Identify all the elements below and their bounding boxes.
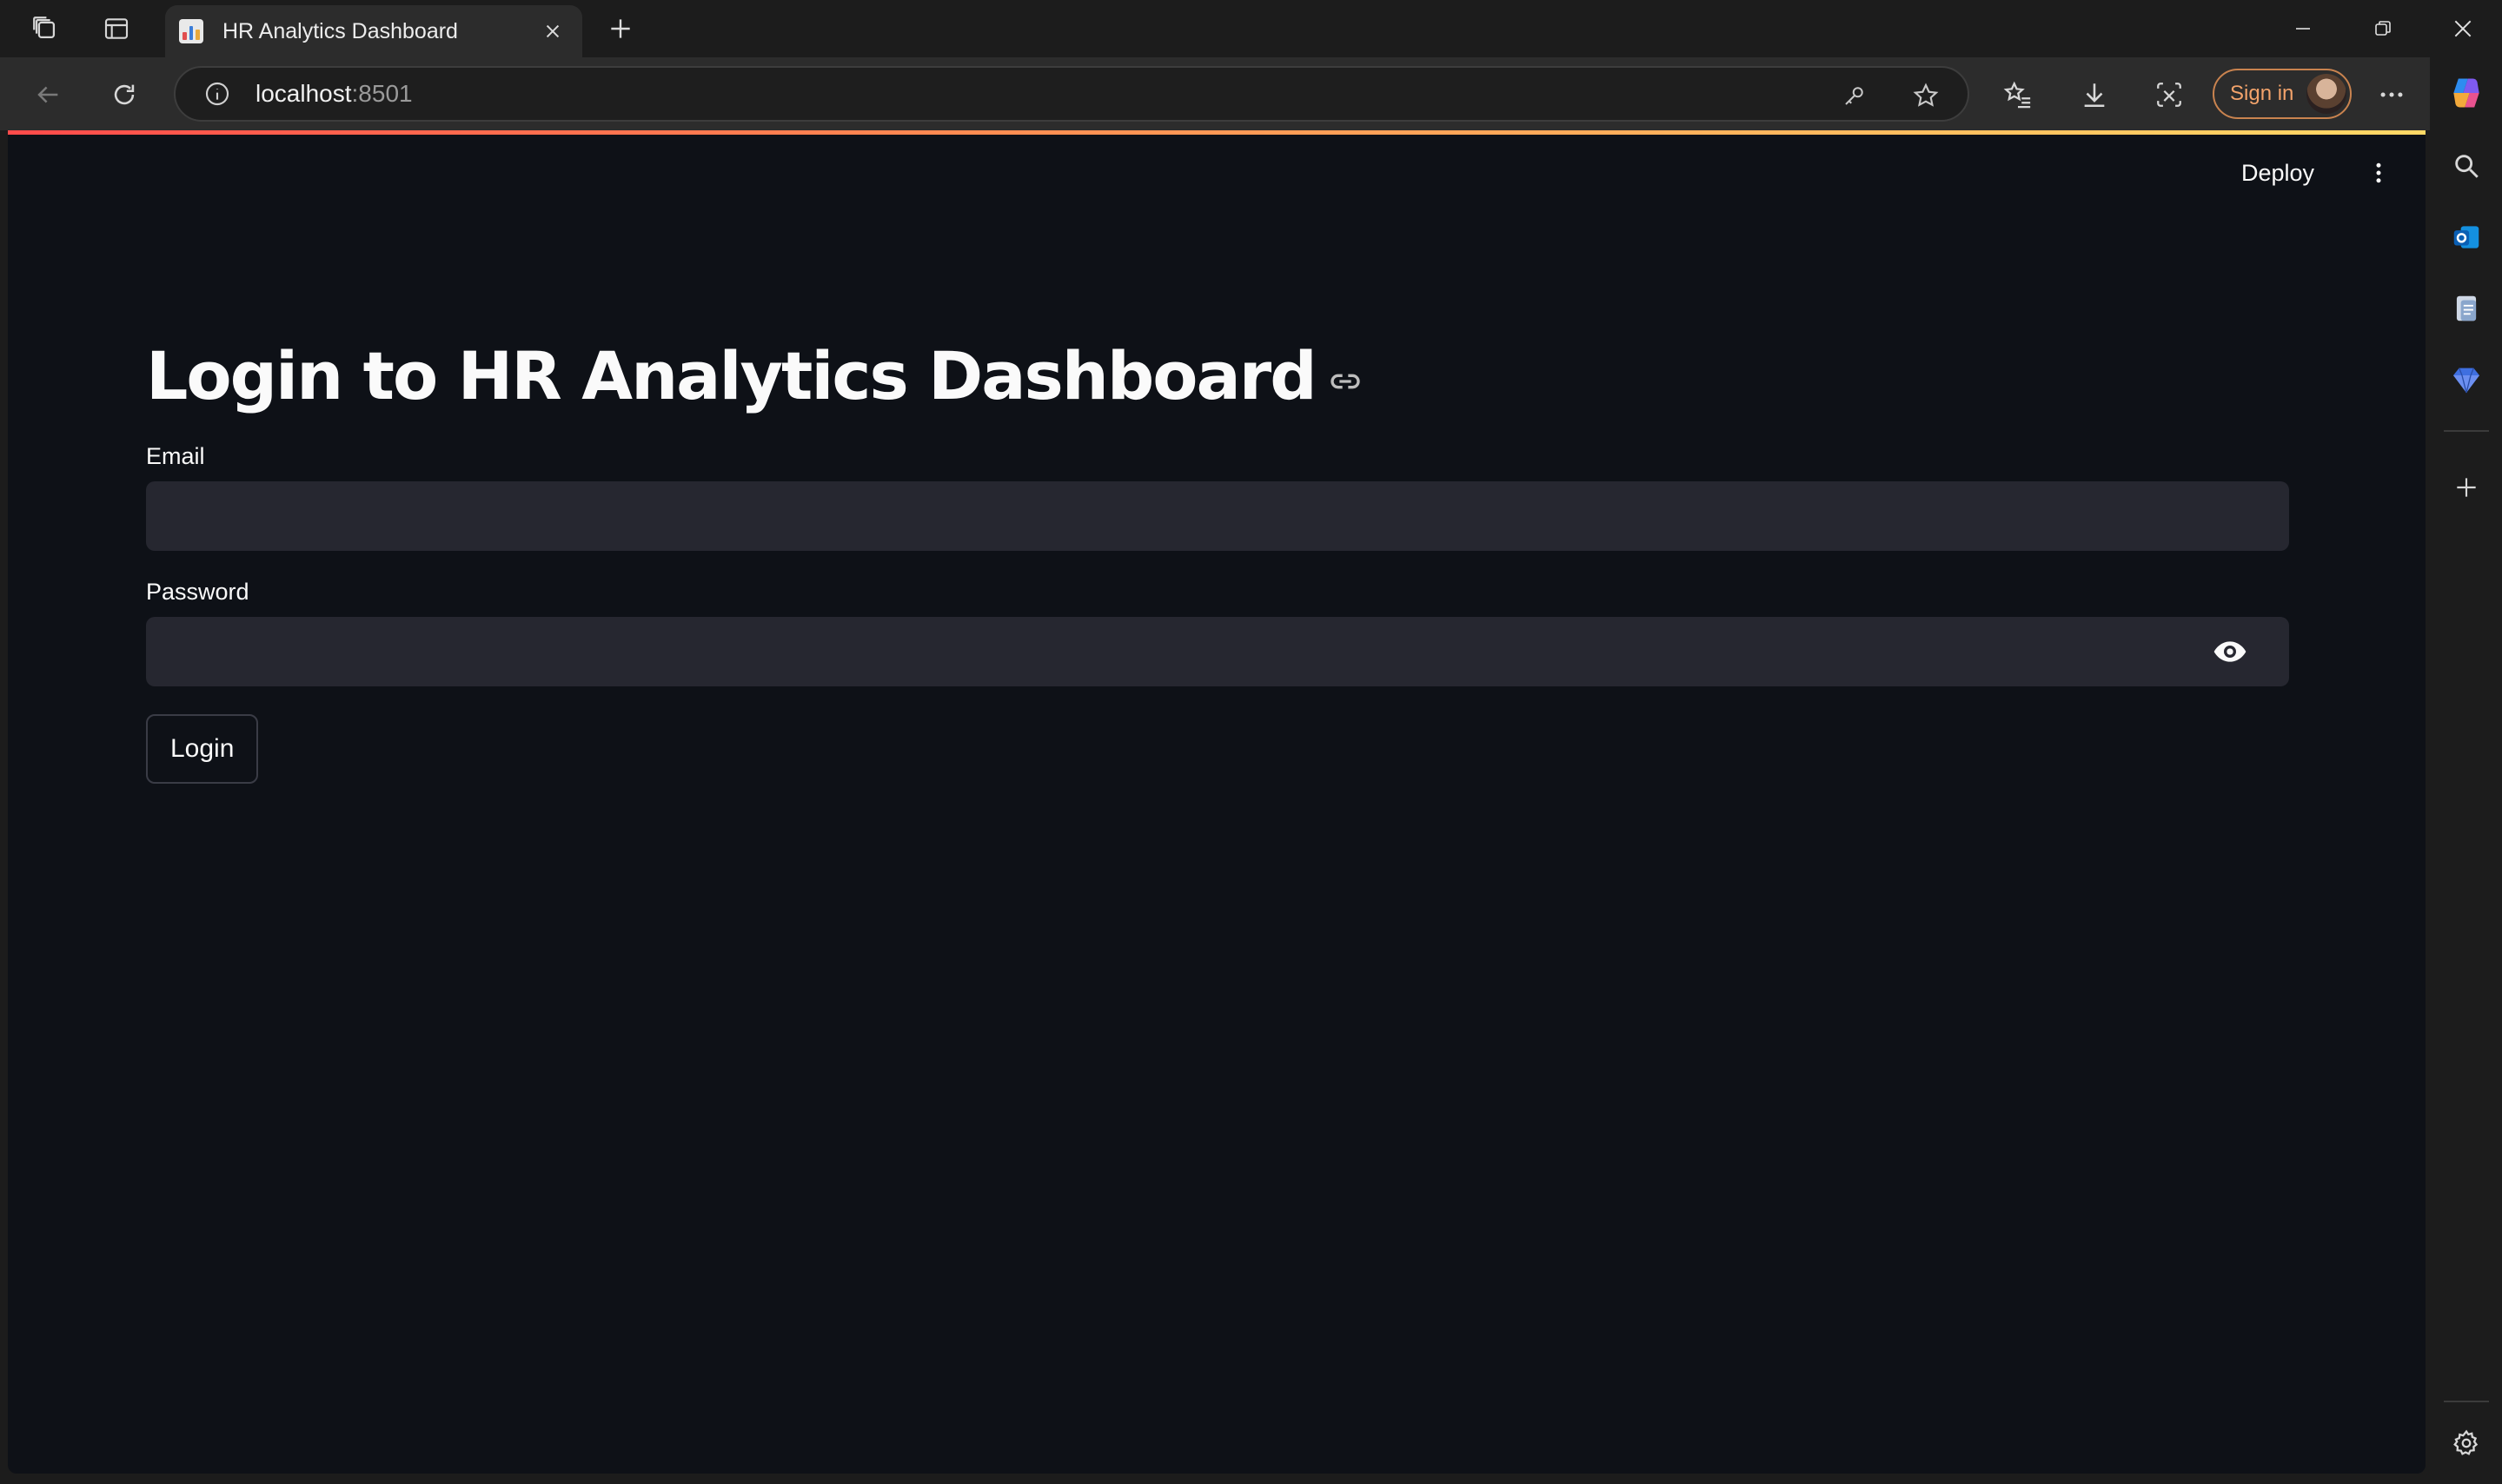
email-field[interactable]	[146, 481, 2289, 551]
site-info-icon[interactable]	[200, 76, 235, 111]
games-diamond-icon[interactable]	[2445, 358, 2488, 401]
tab-actions-icon[interactable]	[96, 10, 137, 48]
download-icon[interactable]	[2073, 73, 2116, 116]
settings-gear-icon[interactable]	[2445, 1421, 2488, 1465]
login-button[interactable]: Login	[146, 714, 259, 784]
link-anchor-icon[interactable]	[1328, 362, 1366, 401]
outlook-icon[interactable]	[2445, 215, 2488, 259]
bar-chart-icon	[179, 19, 203, 43]
browser-tab-strip: HR Analytics Dashboard	[0, 0, 2502, 57]
restore-icon[interactable]	[2357, 10, 2409, 48]
more-menu-icon[interactable]	[2370, 73, 2413, 116]
window-bottom-edge	[0, 1474, 2430, 1484]
deploy-button[interactable]: Deploy	[2231, 155, 2325, 192]
page-title: Login to HR Analytics Dashboard	[146, 332, 2289, 419]
close-icon[interactable]	[535, 14, 570, 49]
show-password-eye-icon[interactable]	[2213, 634, 2247, 669]
browser-sidebar	[2430, 57, 2502, 1484]
url-host: localhost	[256, 80, 352, 107]
main-content: Login to HR Analytics Dashboard Email Pa…	[146, 332, 2289, 784]
refresh-icon[interactable]	[103, 73, 146, 116]
window-close-icon[interactable]	[2437, 10, 2489, 48]
page-title-text: Login to HR Analytics Dashboard	[146, 336, 1317, 414]
back-arrow-icon[interactable]	[26, 73, 70, 116]
app-header: Deploy	[2200, 135, 2426, 204]
password-field[interactable]	[146, 617, 2289, 686]
password-label: Password	[146, 579, 249, 605]
minimize-icon[interactable]	[2277, 10, 2329, 48]
search-icon[interactable]	[2445, 144, 2488, 188]
address-bar[interactable]: localhost:8501	[174, 66, 1969, 122]
add-sidebar-app-icon[interactable]	[2445, 466, 2488, 509]
tab-title: HR Analytics Dashboard	[222, 18, 458, 43]
key-icon[interactable]	[1835, 76, 1874, 115]
screenshot-icon[interactable]	[2147, 73, 2191, 116]
reading-list-icon[interactable]	[2445, 287, 2488, 330]
main-menu-icon[interactable]	[2361, 154, 2396, 192]
url-port: :8501	[351, 80, 413, 107]
copilot-icon[interactable]	[2445, 71, 2488, 115]
browser-tab-active[interactable]: HR Analytics Dashboard	[165, 5, 582, 57]
app-decoration-bar	[8, 130, 2426, 135]
avatar	[2306, 74, 2346, 114]
sign-in-label: Sign in	[2230, 82, 2294, 105]
browser-toolbar: localhost:8501 Sign in	[0, 57, 2502, 130]
workspaces-icon[interactable]	[24, 10, 66, 48]
favorites-icon[interactable]	[1996, 73, 2040, 116]
new-tab-button[interactable]	[600, 10, 641, 48]
favorite-star-icon[interactable]	[1907, 76, 1945, 115]
email-label: Email	[146, 443, 205, 469]
page-viewport: Deploy Login to HR Analytics Dashboard E…	[8, 130, 2426, 1474]
sign-in-button[interactable]: Sign in	[2213, 69, 2352, 119]
